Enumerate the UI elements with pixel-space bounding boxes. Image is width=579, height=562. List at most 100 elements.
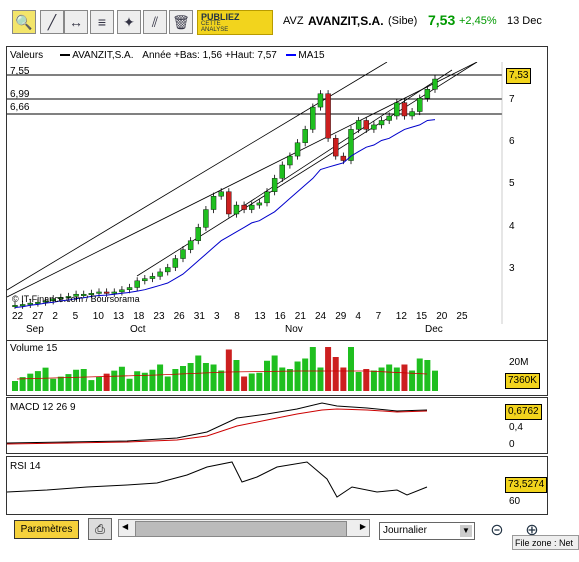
candle-body	[249, 204, 255, 210]
volume-bar	[149, 369, 156, 391]
rsi-tick: 60	[509, 496, 521, 507]
zoom-tool-button[interactable]: 🔍	[12, 10, 36, 34]
quote-change: +2,45%	[459, 15, 497, 27]
volume-bar	[325, 347, 332, 391]
delete-button[interactable]: 🗑	[169, 10, 193, 34]
zoom-out-button[interactable]: ⊝	[486, 520, 508, 542]
horizontal-line-button[interactable]: ↔	[64, 10, 88, 34]
volume-bar	[34, 371, 41, 391]
macd-chart	[7, 402, 428, 445]
candle-body	[149, 276, 156, 279]
candle-body	[241, 204, 247, 210]
volume-bar	[80, 369, 87, 391]
volume-bar	[12, 381, 18, 391]
candle-body	[256, 202, 263, 206]
publish-analysis-button[interactable]: PUBLIEZ CETTE ANALYSE	[197, 10, 273, 35]
quote-name: AVANZIT,S.A.	[308, 14, 384, 28]
volume-bar	[65, 374, 72, 391]
volume-bar	[180, 366, 186, 391]
candle-body	[310, 106, 316, 130]
y-tick-3: 3	[509, 263, 515, 274]
volume-bar	[264, 360, 270, 391]
scroll-thumb[interactable]	[135, 521, 347, 537]
volume-bar	[248, 373, 255, 391]
volume-bar	[286, 369, 293, 391]
quote-date: 13 Dec	[507, 15, 542, 27]
volume-bar	[256, 372, 263, 391]
parallel-lines-icon: ⫽	[151, 14, 159, 30]
chevron-down-icon: ▼	[460, 525, 472, 537]
candles-group	[12, 75, 438, 309]
volume-bar	[225, 349, 232, 391]
level-label-1: 7,55	[10, 66, 30, 77]
parallel-lines-button[interactable]: ⫽	[143, 10, 167, 34]
parameters-button[interactable]: Paramètres	[14, 520, 79, 539]
y-tick-5: 5	[509, 178, 515, 189]
legend-series: AVANZIT,S.A.	[72, 50, 134, 61]
candle-body	[126, 287, 133, 290]
candle-body	[424, 89, 431, 99]
candle-body	[355, 120, 362, 130]
status-tooltip: File zone : Net	[512, 535, 579, 550]
volume-bar	[202, 363, 209, 391]
volume-bar	[42, 367, 49, 391]
volume-bar	[386, 364, 393, 391]
period-select-value: Journalier	[383, 525, 427, 536]
candle-body	[19, 304, 26, 307]
cross-arrows-icon: ✦	[123, 14, 135, 30]
quote-market: (Sibe)	[388, 15, 418, 27]
print-button[interactable]: ⎙	[88, 518, 112, 540]
candle-body	[371, 124, 377, 130]
horizontal-scrollbar[interactable]: ◀ ▶	[118, 519, 370, 537]
fibonacci-button[interactable]: ≡	[90, 10, 114, 34]
volume-bar	[88, 380, 95, 391]
candle-body	[401, 102, 408, 117]
volume-bar	[118, 366, 125, 391]
x-tick-label: 26	[173, 311, 185, 322]
candle-body	[226, 191, 232, 215]
x-tick-label: 10	[92, 311, 104, 322]
candle-body	[119, 289, 125, 293]
x-tick-label: 31	[193, 311, 205, 322]
volume-bars	[12, 347, 438, 391]
volume-bar	[424, 360, 431, 391]
diagonal-line-icon: ╱	[47, 14, 57, 30]
candle-body	[218, 191, 224, 197]
volume-bar	[294, 361, 301, 391]
volume-bar	[241, 376, 248, 391]
candle-body	[294, 142, 301, 157]
candle-body	[271, 178, 278, 192]
legend-range: Année +Bas: 1,56 +Haut: 7,57	[142, 50, 277, 61]
candle-body	[417, 97, 423, 112]
candle-body	[12, 305, 18, 308]
candle-body	[195, 227, 201, 241]
volume-bar	[401, 364, 408, 391]
y-tick-4: 4	[509, 221, 515, 232]
y-tick-6: 6	[509, 136, 515, 147]
x-tick-label: 2	[52, 311, 58, 322]
candle-body	[233, 204, 240, 215]
fibonacci-icon: ≡	[97, 14, 107, 30]
x-tick-label: 15	[416, 311, 428, 322]
candle-body	[134, 280, 140, 288]
x-tick-label: 7	[375, 311, 382, 322]
trend-line-mid	[7, 62, 478, 298]
volume-bar	[378, 367, 385, 391]
quote-symbol: AVZ	[283, 15, 304, 27]
x-tick-label: 16	[274, 311, 286, 322]
candle-body	[279, 164, 285, 179]
draw-line-button[interactable]: ╱	[40, 10, 64, 34]
x-tick-label: 3	[214, 311, 220, 322]
x-tick-label: 5	[72, 311, 79, 322]
price-chart[interactable]	[7, 62, 545, 324]
x-tick-label: 24	[315, 311, 327, 322]
legend-ma: MA15	[298, 50, 325, 61]
move-button[interactable]: ✦	[117, 10, 141, 34]
volume-bar	[432, 370, 438, 391]
x-tick-label: 21	[294, 311, 306, 322]
volume-bar	[309, 347, 316, 391]
period-select[interactable]: Journalier ▼	[379, 522, 475, 540]
macd-value-box: 0,6762	[505, 404, 542, 420]
printer-icon: ⎙	[95, 522, 105, 536]
volume-bar	[164, 376, 171, 391]
